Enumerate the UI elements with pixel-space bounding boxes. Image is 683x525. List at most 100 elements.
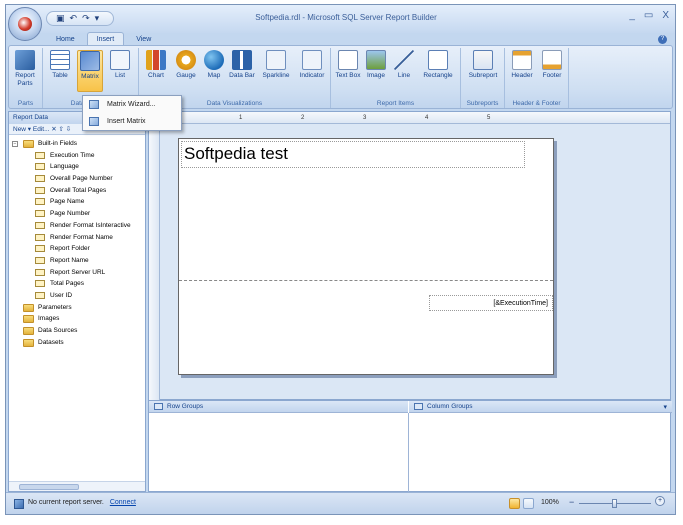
tree-field[interactable]: User ID [9,290,145,302]
subreport-icon [473,50,493,70]
zoom-out-icon[interactable]: − [569,497,574,507]
ruler-tick-label: 1 [239,115,243,121]
ruler-tick-label: 4 [425,115,429,121]
data-bar-button[interactable]: Data Bar [229,50,255,80]
help-icon[interactable]: ? [658,35,667,44]
tree-field[interactable]: Render Format IsInteractive [9,220,145,232]
field-icon [35,210,45,218]
tree-field[interactable]: Overall Total Pages [9,185,145,197]
field-icon [35,291,45,299]
list-button[interactable]: List [107,50,133,80]
matrix-wizard-item[interactable]: Matrix Wizard... [83,96,181,113]
tree-item-label: Datasets [38,338,64,346]
tree-folder[interactable]: Datasets [9,337,145,349]
image-button[interactable]: Image [363,50,389,80]
tree-field[interactable]: Report Name [9,255,145,267]
gauge-icon [176,50,196,70]
gauge-button[interactable]: Gauge [173,50,199,80]
tree-folder[interactable]: Parameters [9,302,145,314]
zoom-in-icon[interactable]: + [655,496,665,506]
tree-item-label: Overall Page Number [50,175,113,183]
grouping-pane: Row Groups Column Groups ▾ [148,400,672,493]
scrollbar-thumb[interactable] [19,484,79,490]
subreport-label: Subreport [468,72,498,79]
tree-folder[interactable]: − Built-in Fields [9,138,145,150]
tree-folder[interactable]: Data Sources [9,325,145,337]
subreport-button[interactable]: Subreport [465,50,501,80]
tree-item-label: Parameters [38,303,72,311]
horizontal-scrollbar[interactable] [9,481,145,491]
report-data-panel: Report Data New ▾ Edit... ✕ ⇧ ⇩ − Built-i… [8,111,146,492]
folder-icon [23,315,34,324]
undo-icon[interactable]: ↶ [70,14,78,23]
office-button[interactable] [8,7,42,41]
minimize-button[interactable]: _ [629,11,635,21]
tab-view[interactable]: View [126,32,161,46]
tree-field[interactable]: Execution Time [9,150,145,162]
tree-folder[interactable]: Images [9,313,145,325]
insert-matrix-label: Insert Matrix [107,118,146,125]
report-title-textbox[interactable]: Softpedia test [181,141,525,168]
save-icon[interactable]: ▣ [56,14,65,23]
ribbon-tabs: Home Insert View [46,32,161,46]
tree-item-label: Built-in Fields [38,140,78,147]
tree-field[interactable]: Render Format Name [9,232,145,244]
tree-field[interactable]: Page Name [9,196,145,208]
group-label-parts: Parts [17,100,34,107]
tree-field[interactable]: Total Pages [9,278,145,290]
grouping-options-chevron-icon[interactable]: ▾ [663,402,667,414]
table-button[interactable]: Table [47,50,73,80]
collapse-icon[interactable]: − [12,141,18,147]
zoom-slider-thumb[interactable] [612,499,617,508]
tree-field[interactable]: Report Server URL [9,267,145,279]
view-mode-icon[interactable] [509,498,520,509]
restore-button[interactable]: ▭ [644,11,653,21]
execution-time-textbox[interactable]: [&ExecutionTime] [429,295,553,311]
zoom-slider[interactable] [579,499,651,508]
map-button[interactable]: Map [201,50,227,80]
tree-field[interactable]: Report Folder [9,243,145,255]
group-parts: Report Parts Parts [9,48,43,108]
rectangle-label: Rectangle [423,72,453,79]
tree-item-label: Images [38,315,60,323]
databar-icon [232,50,252,70]
report-builder-window: ▣ ↶ ↷ ▾ Softpedia.rdl - Microsoft SQL Se… [5,4,676,515]
header-button[interactable]: Header [508,50,536,80]
insert-matrix-item[interactable]: Insert Matrix [83,113,181,130]
footer-button[interactable]: Footer [538,50,566,80]
grouping-divider[interactable] [408,413,409,493]
tree-field[interactable]: Language [9,161,145,173]
chart-button[interactable]: Chart [143,50,169,80]
tab-home[interactable]: Home [46,32,85,46]
ruler-tick-label: 2 [301,115,305,121]
qat-dropdown-icon[interactable]: ▾ [95,14,100,23]
indicator-button[interactable]: Indicator [295,50,329,80]
tree-field[interactable]: Overall Page Number [9,173,145,185]
window-title: Softpedia.rdl - Microsoft SQL Server Rep… [255,13,437,22]
tree-item-label: Overall Total Pages [50,186,107,194]
field-icon [35,233,45,241]
fit-page-icon[interactable] [523,498,534,509]
list-icon [110,50,130,70]
redo-icon[interactable]: ↷ [82,14,90,23]
tree-item-label: Total Pages [50,280,84,288]
line-button[interactable]: Line [391,50,417,80]
rectangle-button[interactable]: Rectangle [419,50,457,80]
tab-insert[interactable]: Insert [86,32,125,46]
report-canvas[interactable]: Softpedia test [&ExecutionTime] [178,138,554,375]
top-ruler: 1 2 3 4 5 [149,112,670,124]
tree-field[interactable]: Page Number [9,208,145,220]
table-label: Table [52,72,68,79]
text-box-button[interactable]: Text Box [335,50,361,80]
close-button[interactable]: X [662,11,669,21]
tree-item-label: Report Folder [50,245,90,253]
column-groups-icon [414,403,423,410]
connect-link[interactable]: Connect [110,499,136,506]
group-subreports: Subreport Subreports [461,48,505,108]
textbox-icon [338,50,358,70]
report-parts-button[interactable]: Report Parts [12,50,38,88]
tree-item-label: Execution Time [50,151,95,159]
ruler-tick-label: 5 [487,115,491,121]
matrix-button[interactable]: Matrix [77,50,103,92]
sparkline-button[interactable]: Sparkline [259,50,293,80]
